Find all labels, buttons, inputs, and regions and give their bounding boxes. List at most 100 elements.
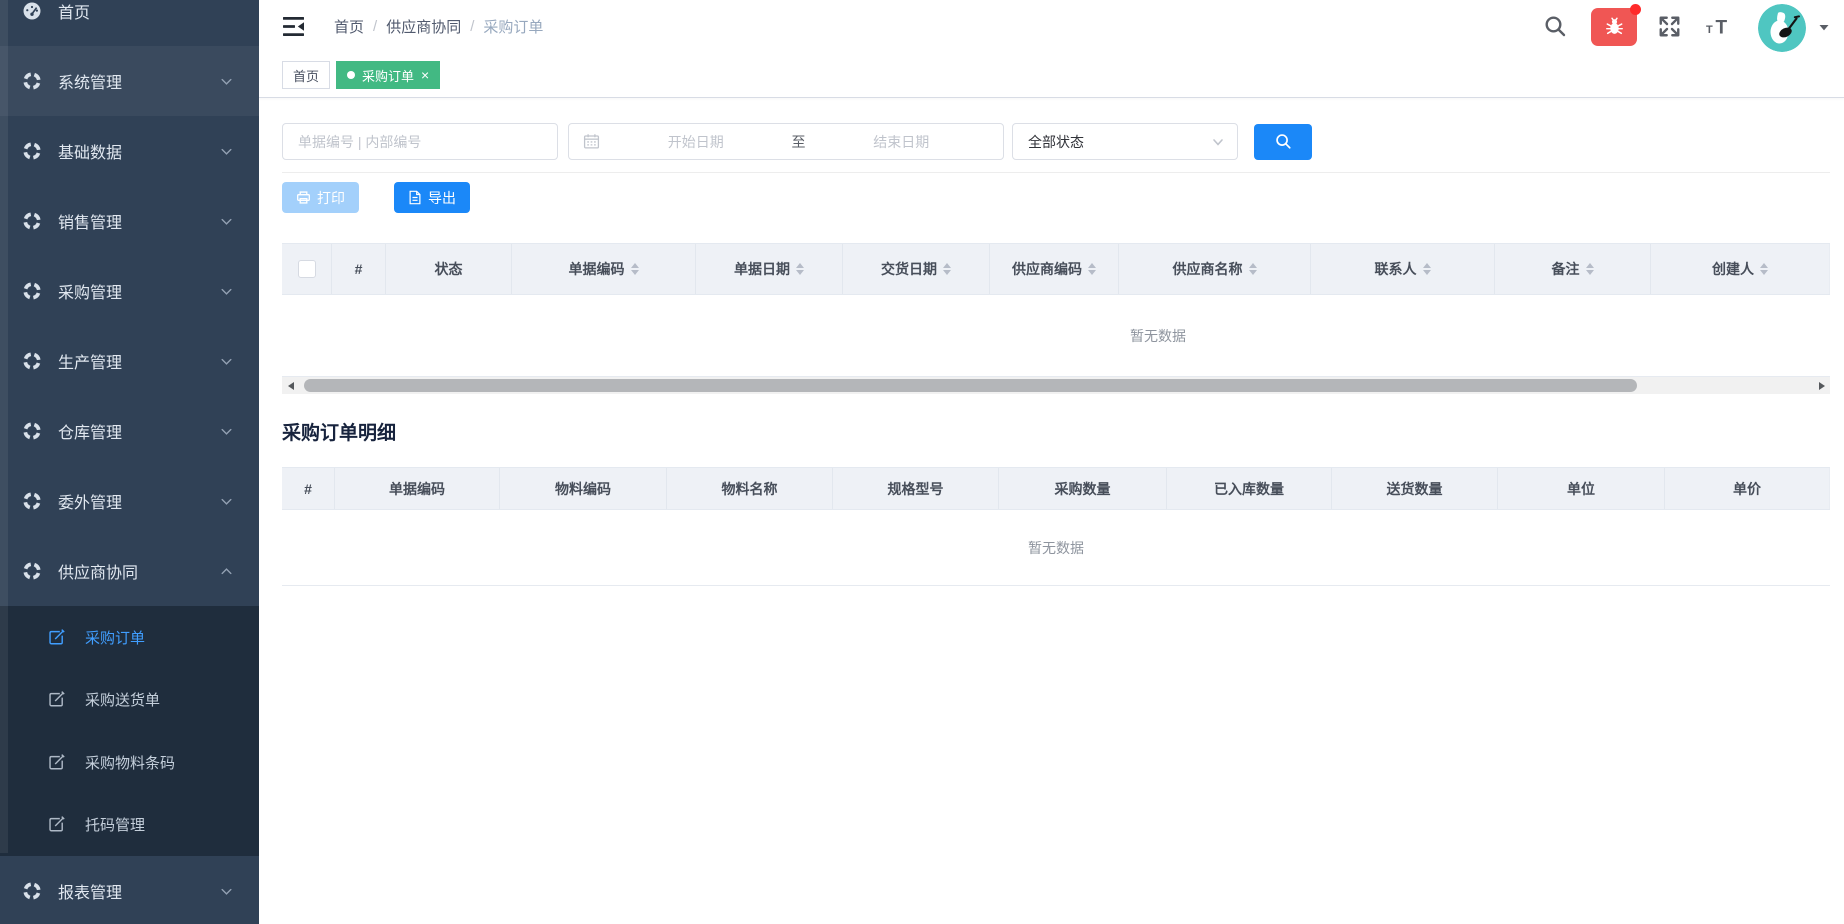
detail-col-8: 单位: [1498, 468, 1665, 509]
column-label: 物料名称: [722, 479, 778, 499]
bug-icon: [1604, 16, 1625, 37]
sidebar-item-label: 报表管理: [58, 879, 122, 903]
sidebar-scrollbar[interactable]: [0, 0, 8, 853]
breadcrumb-supplier-collab[interactable]: 供应商协同: [386, 16, 461, 37]
sidebar-item-7[interactable]: 委外管理: [0, 466, 259, 536]
scrollbar-thumb[interactable]: [304, 379, 1637, 392]
column-label: 物料编码: [555, 479, 611, 499]
submenu-item-1[interactable]: 采购送货单: [0, 669, 259, 732]
submenu-item-2[interactable]: 采购物料条码: [0, 731, 259, 794]
sidebar-item-label: 系统管理: [58, 69, 122, 93]
date-range-picker[interactable]: 至: [568, 123, 1004, 160]
sidebar-item-4[interactable]: 采购管理: [0, 256, 259, 326]
sidebar-item-3[interactable]: 销售管理: [0, 186, 259, 256]
column-label: 创建人: [1712, 259, 1754, 279]
status-select[interactable]: 全部状态: [1012, 123, 1238, 160]
end-date-input[interactable]: [810, 134, 994, 150]
column-label: #: [304, 481, 312, 497]
calendar-icon: [583, 133, 600, 150]
search-icon[interactable]: [1544, 15, 1567, 38]
sort-icon[interactable]: [1088, 263, 1096, 275]
sidebar-item-2[interactable]: 基础数据: [0, 116, 259, 186]
empty-text: 暂无数据: [1028, 538, 1084, 558]
sort-icon[interactable]: [1586, 263, 1594, 275]
navbar-actions: T T: [1544, 2, 1844, 52]
component-icon: [22, 561, 42, 581]
tag-close-icon[interactable]: ×: [421, 68, 429, 82]
start-date-input[interactable]: [604, 134, 788, 150]
sidebar-menu: 首页系统管理基础数据销售管理采购管理生产管理仓库管理委外管理供应商协同采购订单采…: [0, 0, 259, 924]
chevron-down-icon: [219, 424, 234, 439]
sidebar-item-home[interactable]: 首页: [0, 0, 259, 46]
sidebar-item-6[interactable]: 仓库管理: [0, 396, 259, 466]
user-avatar[interactable]: [1758, 4, 1806, 52]
caret-down-icon[interactable]: [1818, 21, 1830, 33]
sort-icon[interactable]: [1249, 263, 1257, 275]
sidebar-item-label: 委外管理: [58, 489, 122, 513]
orders-col-5[interactable]: 供应商编码: [990, 244, 1119, 294]
sort-icon[interactable]: [1760, 263, 1768, 275]
breadcrumb-separator: /: [470, 18, 474, 35]
font-size-icon[interactable]: T T: [1706, 16, 1734, 38]
sidebar-item-5[interactable]: 生产管理: [0, 326, 259, 396]
scroll-left-arrow[interactable]: [282, 377, 299, 394]
orders-col-2[interactable]: 单据编码: [512, 244, 696, 294]
column-label: 送货数量: [1387, 479, 1443, 499]
orders-col-1: 状态: [386, 244, 512, 294]
column-label: 备注: [1552, 259, 1580, 279]
select-all-checkbox[interactable]: [298, 260, 316, 278]
sort-icon[interactable]: [631, 263, 639, 275]
submenu-item-0[interactable]: 采购订单: [0, 606, 259, 669]
sort-icon[interactable]: [943, 263, 951, 275]
tag-purchase-order[interactable]: 采购订单 ×: [336, 61, 440, 89]
fullscreen-icon[interactable]: [1657, 14, 1682, 39]
sidebar-item-label: 仓库管理: [58, 419, 122, 443]
component-icon: [22, 881, 42, 901]
breadcrumb-home[interactable]: 首页: [334, 16, 364, 37]
detail-col-6: 已入库数量: [1167, 468, 1332, 509]
print-button[interactable]: 打印: [282, 182, 359, 213]
error-log-button[interactable]: [1591, 8, 1637, 46]
sidebar-item-label: 基础数据: [58, 139, 122, 163]
divider: [282, 172, 1830, 173]
orders-col-4[interactable]: 交货日期: [843, 244, 990, 294]
search-button[interactable]: [1254, 124, 1312, 160]
tag-home[interactable]: 首页: [282, 61, 330, 89]
edit-icon: [47, 815, 66, 834]
export-button[interactable]: 导出: [394, 182, 470, 213]
sidebar-item-label: 销售管理: [58, 209, 122, 233]
sort-icon[interactable]: [796, 263, 804, 275]
column-label: 单据编码: [569, 259, 625, 279]
scroll-right-arrow[interactable]: [1813, 377, 1830, 394]
orders-col-9[interactable]: 创建人: [1651, 244, 1830, 294]
orders-col-8[interactable]: 备注: [1495, 244, 1651, 294]
submenu-item-label: 托码管理: [85, 814, 145, 835]
date-range-separator: 至: [788, 132, 810, 152]
main-area: 首页 / 供应商协同 / 采购订单: [259, 0, 1844, 924]
orders-col-6[interactable]: 供应商名称: [1119, 244, 1311, 294]
column-label: 单据编码: [389, 479, 445, 499]
column-label: 规格型号: [888, 479, 944, 499]
keyword-input[interactable]: [282, 123, 558, 160]
export-label: 导出: [428, 188, 456, 208]
sidebar-fold-icon[interactable]: [283, 17, 304, 36]
submenu-item-label: 采购送货单: [85, 689, 160, 710]
sidebar-item-1[interactable]: 系统管理: [0, 46, 259, 116]
document-icon: [408, 190, 422, 205]
scrollbar-track[interactable]: [299, 377, 1813, 394]
detail-col-4: 规格型号: [833, 468, 999, 509]
orders-col-7[interactable]: 联系人: [1311, 244, 1495, 294]
detail-col-5: 采购数量: [999, 468, 1167, 509]
orders-col-3[interactable]: 单据日期: [696, 244, 843, 294]
toolbar: 打印 导出: [282, 182, 1830, 213]
status-select-value: 全部状态: [1028, 132, 1084, 152]
submenu-item-label: 采购订单: [85, 627, 145, 648]
select-all-cell: [282, 244, 332, 294]
sidebar-item-8[interactable]: 供应商协同: [0, 536, 259, 606]
sort-icon[interactable]: [1423, 263, 1431, 275]
sidebar-item-9[interactable]: 报表管理: [0, 856, 259, 924]
submenu-item-3[interactable]: 托码管理: [0, 794, 259, 857]
component-icon: [22, 211, 42, 231]
orders-col-0: #: [332, 244, 386, 294]
column-label: 单据日期: [734, 259, 790, 279]
